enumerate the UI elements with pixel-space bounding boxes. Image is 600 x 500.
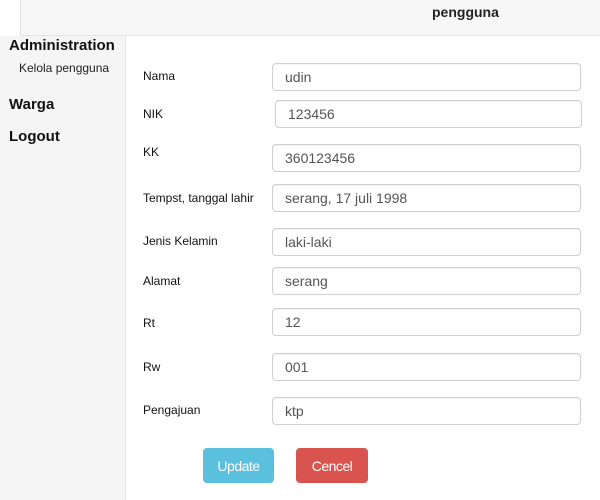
ttl-field[interactable] bbox=[272, 184, 581, 212]
sidebar-item-warga[interactable]: Warga bbox=[9, 96, 54, 113]
sidebar-item-logout[interactable]: Logout bbox=[9, 128, 60, 145]
nama-label: Nama bbox=[143, 69, 176, 83]
nama-field[interactable] bbox=[272, 63, 581, 91]
pengajuan-label: Pengajuan bbox=[143, 403, 201, 417]
kk-field[interactable] bbox=[272, 144, 581, 172]
rw-label: Rw bbox=[143, 360, 161, 374]
jenis-kelamin-label: Jenis Kelamin bbox=[143, 234, 218, 248]
user-form-panel: Nama NIK KK Tempst, tanggal lahir Jenis … bbox=[126, 36, 600, 500]
sidebar-item-kelola-pengguna[interactable]: Kelola pengguna bbox=[19, 61, 109, 75]
rt-field[interactable] bbox=[272, 308, 581, 336]
ttl-label: Tempst, tanggal lahir bbox=[143, 191, 254, 205]
top-header: pengguna bbox=[20, 0, 600, 36]
page-title: pengguna bbox=[432, 4, 499, 20]
kk-label: KK bbox=[143, 145, 160, 159]
alamat-field[interactable] bbox=[272, 267, 581, 295]
alamat-label: Alamat bbox=[143, 274, 181, 288]
app-frame: pengguna Administration Kelola pengguna … bbox=[0, 0, 600, 500]
pengajuan-field[interactable] bbox=[272, 397, 581, 425]
cancel-button[interactable]: Cencel bbox=[296, 448, 368, 483]
jenis-kelamin-field[interactable] bbox=[272, 228, 581, 256]
rw-field[interactable] bbox=[272, 353, 581, 381]
nik-field[interactable] bbox=[275, 100, 582, 128]
rt-label: Rt bbox=[143, 316, 155, 330]
sidebar: Administration Kelola pengguna Warga Log… bbox=[0, 36, 126, 500]
update-button[interactable]: Update bbox=[203, 448, 274, 483]
sidebar-item-administration[interactable]: Administration bbox=[9, 37, 115, 54]
nik-label: NIK bbox=[143, 107, 164, 121]
